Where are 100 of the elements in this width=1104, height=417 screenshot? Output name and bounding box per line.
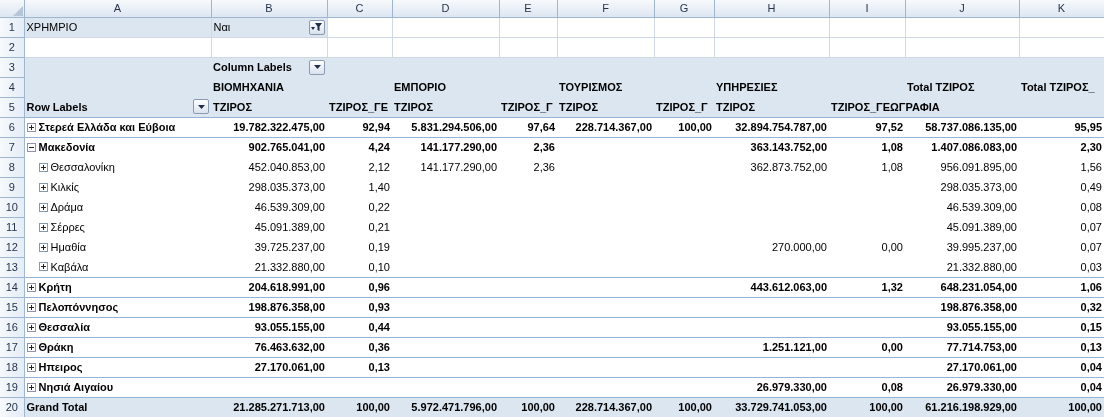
row-number[interactable]: 8 [0, 157, 24, 177]
row-number[interactable]: 13 [0, 257, 24, 277]
table-cell-text: 0,07 [1079, 220, 1103, 235]
measure-label: ΤΖΙΡΟΣ_Γ [656, 100, 708, 113]
table-cell: 33.729.741.053,00 [714, 397, 829, 417]
table-cell: 1,08 [829, 137, 905, 157]
column-header[interactable]: F [557, 0, 654, 17]
triangle-icon [12, 5, 23, 16]
column-header[interactable]: E [499, 0, 557, 17]
expand-icon[interactable] [38, 162, 48, 172]
expand-icon[interactable] [38, 222, 48, 232]
expand-icon[interactable] [26, 122, 36, 132]
row-number[interactable]: 17 [0, 337, 24, 357]
dropdown-button[interactable] [309, 59, 325, 75]
dropdown-button[interactable] [193, 99, 209, 115]
row-number[interactable]: 2 [0, 37, 24, 57]
row-number[interactable]: 7 [0, 137, 24, 157]
row-number[interactable]: 4 [0, 77, 24, 97]
column-header[interactable]: J [905, 0, 1019, 17]
expand-icon[interactable] [38, 182, 48, 192]
table-cell: 0,96 [327, 277, 392, 297]
column-header[interactable]: H [714, 0, 829, 17]
table-cell: 27.170.061,00 [211, 357, 327, 377]
row-number[interactable]: 12 [0, 237, 24, 257]
row-number[interactable]: 19 [0, 377, 24, 397]
measure-label: ΤΖΙΡΟΣ_ΓΕΩΓΡΑΦΙΑ [831, 100, 940, 113]
table-cell: 0,13 [1019, 337, 1104, 357]
expand-icon[interactable] [38, 242, 48, 252]
expand-icon[interactable] [26, 342, 36, 352]
row-number[interactable]: 20 [0, 397, 24, 417]
table-cell: 0,32 [1019, 297, 1104, 317]
expand-icon[interactable] [26, 322, 36, 332]
measure-label: ΤΖΙΡΟΣ_Γ [501, 100, 553, 113]
table-cell: 141.177.290,00 [392, 137, 499, 157]
column-header[interactable]: I [829, 0, 905, 17]
row-label: Καβάλα [50, 260, 89, 273]
row-number[interactable]: 15 [0, 297, 24, 317]
column-group-label: ΒΙΟΜΗΧΑΝΙΑ [213, 81, 284, 93]
table-cell: 21.332.880,00 [905, 257, 1019, 277]
expand-icon[interactable] [26, 382, 36, 392]
table-cell: 100,00 [499, 397, 557, 417]
row-number[interactable]: 6 [0, 117, 24, 137]
table-cell-text: 0,49 [1079, 180, 1103, 195]
column-group-label: ΥΠΗΡΕΣΙΕΣ [716, 81, 778, 93]
filter-button[interactable] [308, 19, 325, 35]
row-number[interactable]: 3 [0, 57, 24, 77]
row-label: Κρήτη [38, 281, 72, 293]
table-cell: 228.714.367,00 [557, 117, 654, 137]
row-label: Μακεδονία [38, 141, 96, 154]
table-cell: 26.979.330,00 [714, 377, 829, 397]
table-cell: 0,36 [327, 337, 392, 357]
column-header[interactable]: C [327, 0, 392, 17]
column-group-label: Total ΤΖΙΡΟΣ_ [1021, 81, 1095, 93]
table-cell-text: 362.873.752,00 [749, 160, 828, 175]
row-number[interactable]: 18 [0, 357, 24, 377]
row-label: Θεσσαλία [38, 321, 91, 333]
table-cell: 0,00 [829, 337, 905, 357]
expand-icon[interactable] [38, 202, 48, 212]
table-cell: 0,13 [327, 357, 392, 377]
table-cell: 0,08 [829, 377, 905, 397]
table-cell: 27.170.061,00 [905, 357, 1019, 377]
filter-value: Ναι [213, 21, 231, 33]
table-cell: 100,00 [829, 397, 905, 417]
column-header[interactable]: D [392, 0, 499, 17]
table-cell: 228.714.367,00 [557, 397, 654, 417]
table-cell: 77.714.753,00 [905, 337, 1019, 357]
table-cell-text: 956.091.895,00 [939, 160, 1018, 175]
expand-icon[interactable] [26, 302, 36, 312]
table-cell-text: 0,07 [1079, 240, 1103, 255]
table-cell: 21.285.271.713,00 [211, 397, 327, 417]
table-cell-text: 298.035.373,00 [939, 180, 1018, 195]
row-number[interactable]: 11 [0, 217, 24, 237]
table-cell: 204.618.991,00 [211, 277, 327, 297]
expand-icon[interactable] [26, 362, 36, 372]
table-cell: 61.216.198.929,00 [905, 397, 1019, 417]
row-number[interactable]: 5 [0, 97, 24, 117]
table-cell-text: 141.177.290,00 [419, 160, 498, 175]
table-cell-text: 270.000,00 [770, 240, 828, 255]
row-number[interactable]: 10 [0, 197, 24, 217]
expand-icon[interactable] [26, 282, 36, 292]
row-label: Ημαθία [50, 241, 87, 253]
row-number[interactable]: 1 [0, 17, 24, 37]
column-header[interactable]: G [654, 0, 714, 17]
column-header[interactable]: A [24, 0, 211, 17]
table-cell: 19.782.322.475,00 [211, 117, 327, 137]
table-cell: 32.894.754.787,00 [714, 117, 829, 137]
row-label: Στερεά Ελλάδα και Εύβοια [38, 121, 176, 133]
collapse-icon[interactable] [26, 142, 36, 152]
expand-icon[interactable] [38, 262, 48, 272]
row-number[interactable]: 14 [0, 277, 24, 297]
column-header[interactable]: K [1019, 0, 1104, 17]
row-label: Ηπειρος [38, 361, 83, 373]
table-cell: 5.831.294.506,00 [392, 117, 499, 137]
table-cell: 26.979.330,00 [905, 377, 1019, 397]
row-number[interactable]: 9 [0, 177, 24, 197]
table-cell: 2,30 [1019, 137, 1104, 157]
table-cell: 5.972.471.796,00 [392, 397, 499, 417]
column-header[interactable]: B [211, 0, 327, 17]
row-number[interactable]: 16 [0, 317, 24, 337]
measure-label: ΤΖΙΡΟΣ [559, 100, 598, 113]
